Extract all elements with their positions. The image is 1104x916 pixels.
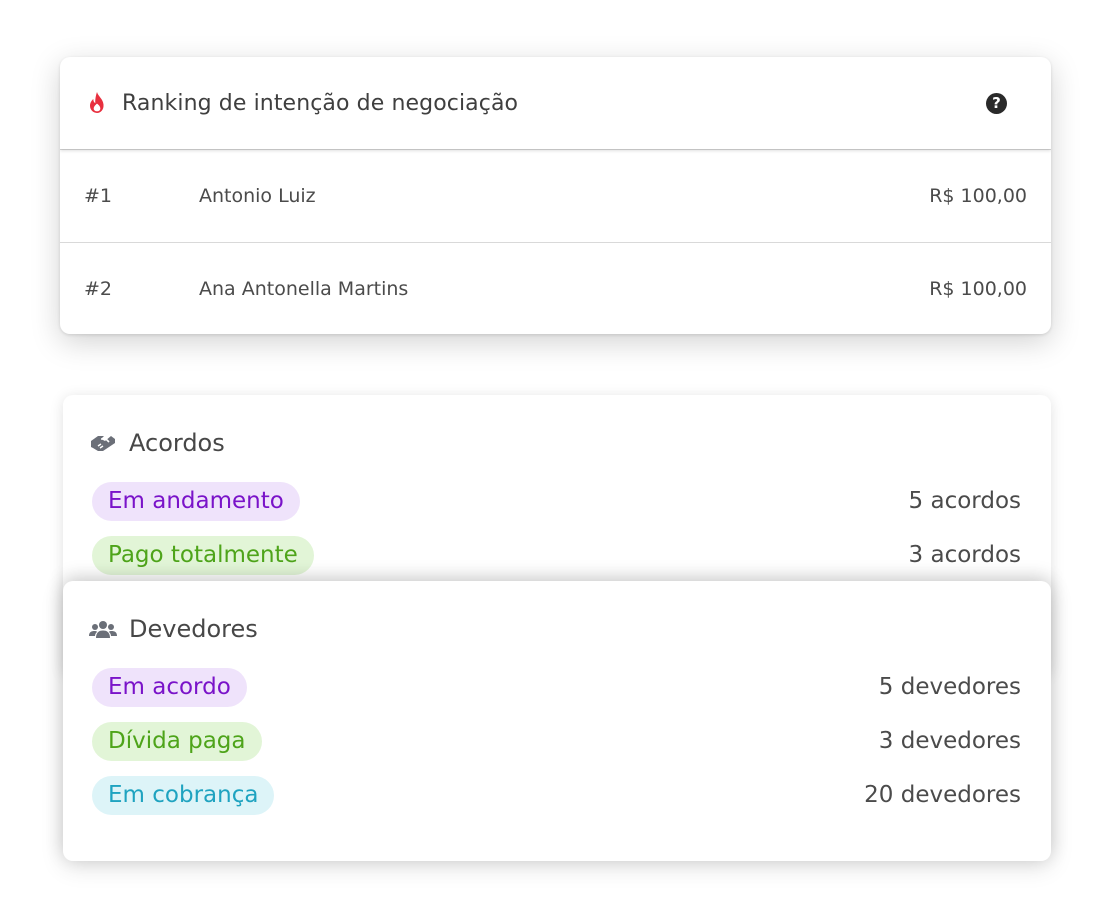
ranking-name: Antonio Luiz (199, 185, 316, 207)
stat-value: 3 devedores (878, 728, 1021, 754)
stat-value: 5 devedores (878, 674, 1021, 700)
acordos-item[interactable]: Pago totalmente 3 acordos (63, 528, 1051, 582)
devedores-title: Devedores (129, 615, 258, 643)
ranking-amount: R$ 100,00 (929, 185, 1027, 207)
question-circle-icon[interactable]: ? (986, 92, 1007, 114)
handshake-icon (89, 432, 119, 454)
ranking-card: Ranking de intenção de negociação ? #1 A… (60, 57, 1051, 334)
devedores-item[interactable]: Em cobrança 20 devedores (63, 768, 1051, 822)
ranking-position: #1 (84, 185, 113, 207)
stat-value: 5 acordos (908, 488, 1021, 514)
ranking-header: Ranking de intenção de negociação ? (60, 57, 1051, 149)
status-badge: Pago totalmente (92, 535, 314, 575)
status-badge: Em acordo (92, 667, 247, 707)
status-badge: Em andamento (92, 481, 300, 521)
ranking-row[interactable]: #1 Antonio Luiz R$ 100,00 (60, 149, 1051, 242)
status-badge: Dívida paga (92, 721, 262, 761)
devedores-header: Devedores (89, 614, 1051, 644)
acordos-header: Acordos (89, 428, 1051, 458)
ranking-row[interactable]: #2 Ana Antonella Martins R$ 100,00 (60, 242, 1051, 334)
fire-icon (86, 91, 108, 115)
acordos-item[interactable]: Em andamento 5 acordos (63, 474, 1051, 528)
ranking-name: Ana Antonella Martins (199, 278, 409, 300)
ranking-title: Ranking de intenção de negociação (122, 90, 519, 116)
devedores-item[interactable]: Dívida paga 3 devedores (63, 714, 1051, 768)
stat-value: 3 acordos (908, 542, 1021, 568)
ranking-position: #2 (84, 278, 113, 300)
devedores-item[interactable]: Em acordo 5 devedores (63, 660, 1051, 714)
ranking-amount: R$ 100,00 (929, 278, 1027, 300)
acordos-title: Acordos (129, 429, 225, 457)
stat-value: 20 devedores (864, 782, 1021, 808)
status-badge: Em cobrança (92, 775, 275, 815)
users-icon (89, 618, 119, 640)
devedores-card: Devedores Em acordo 5 devedores Dívida p… (63, 581, 1051, 861)
